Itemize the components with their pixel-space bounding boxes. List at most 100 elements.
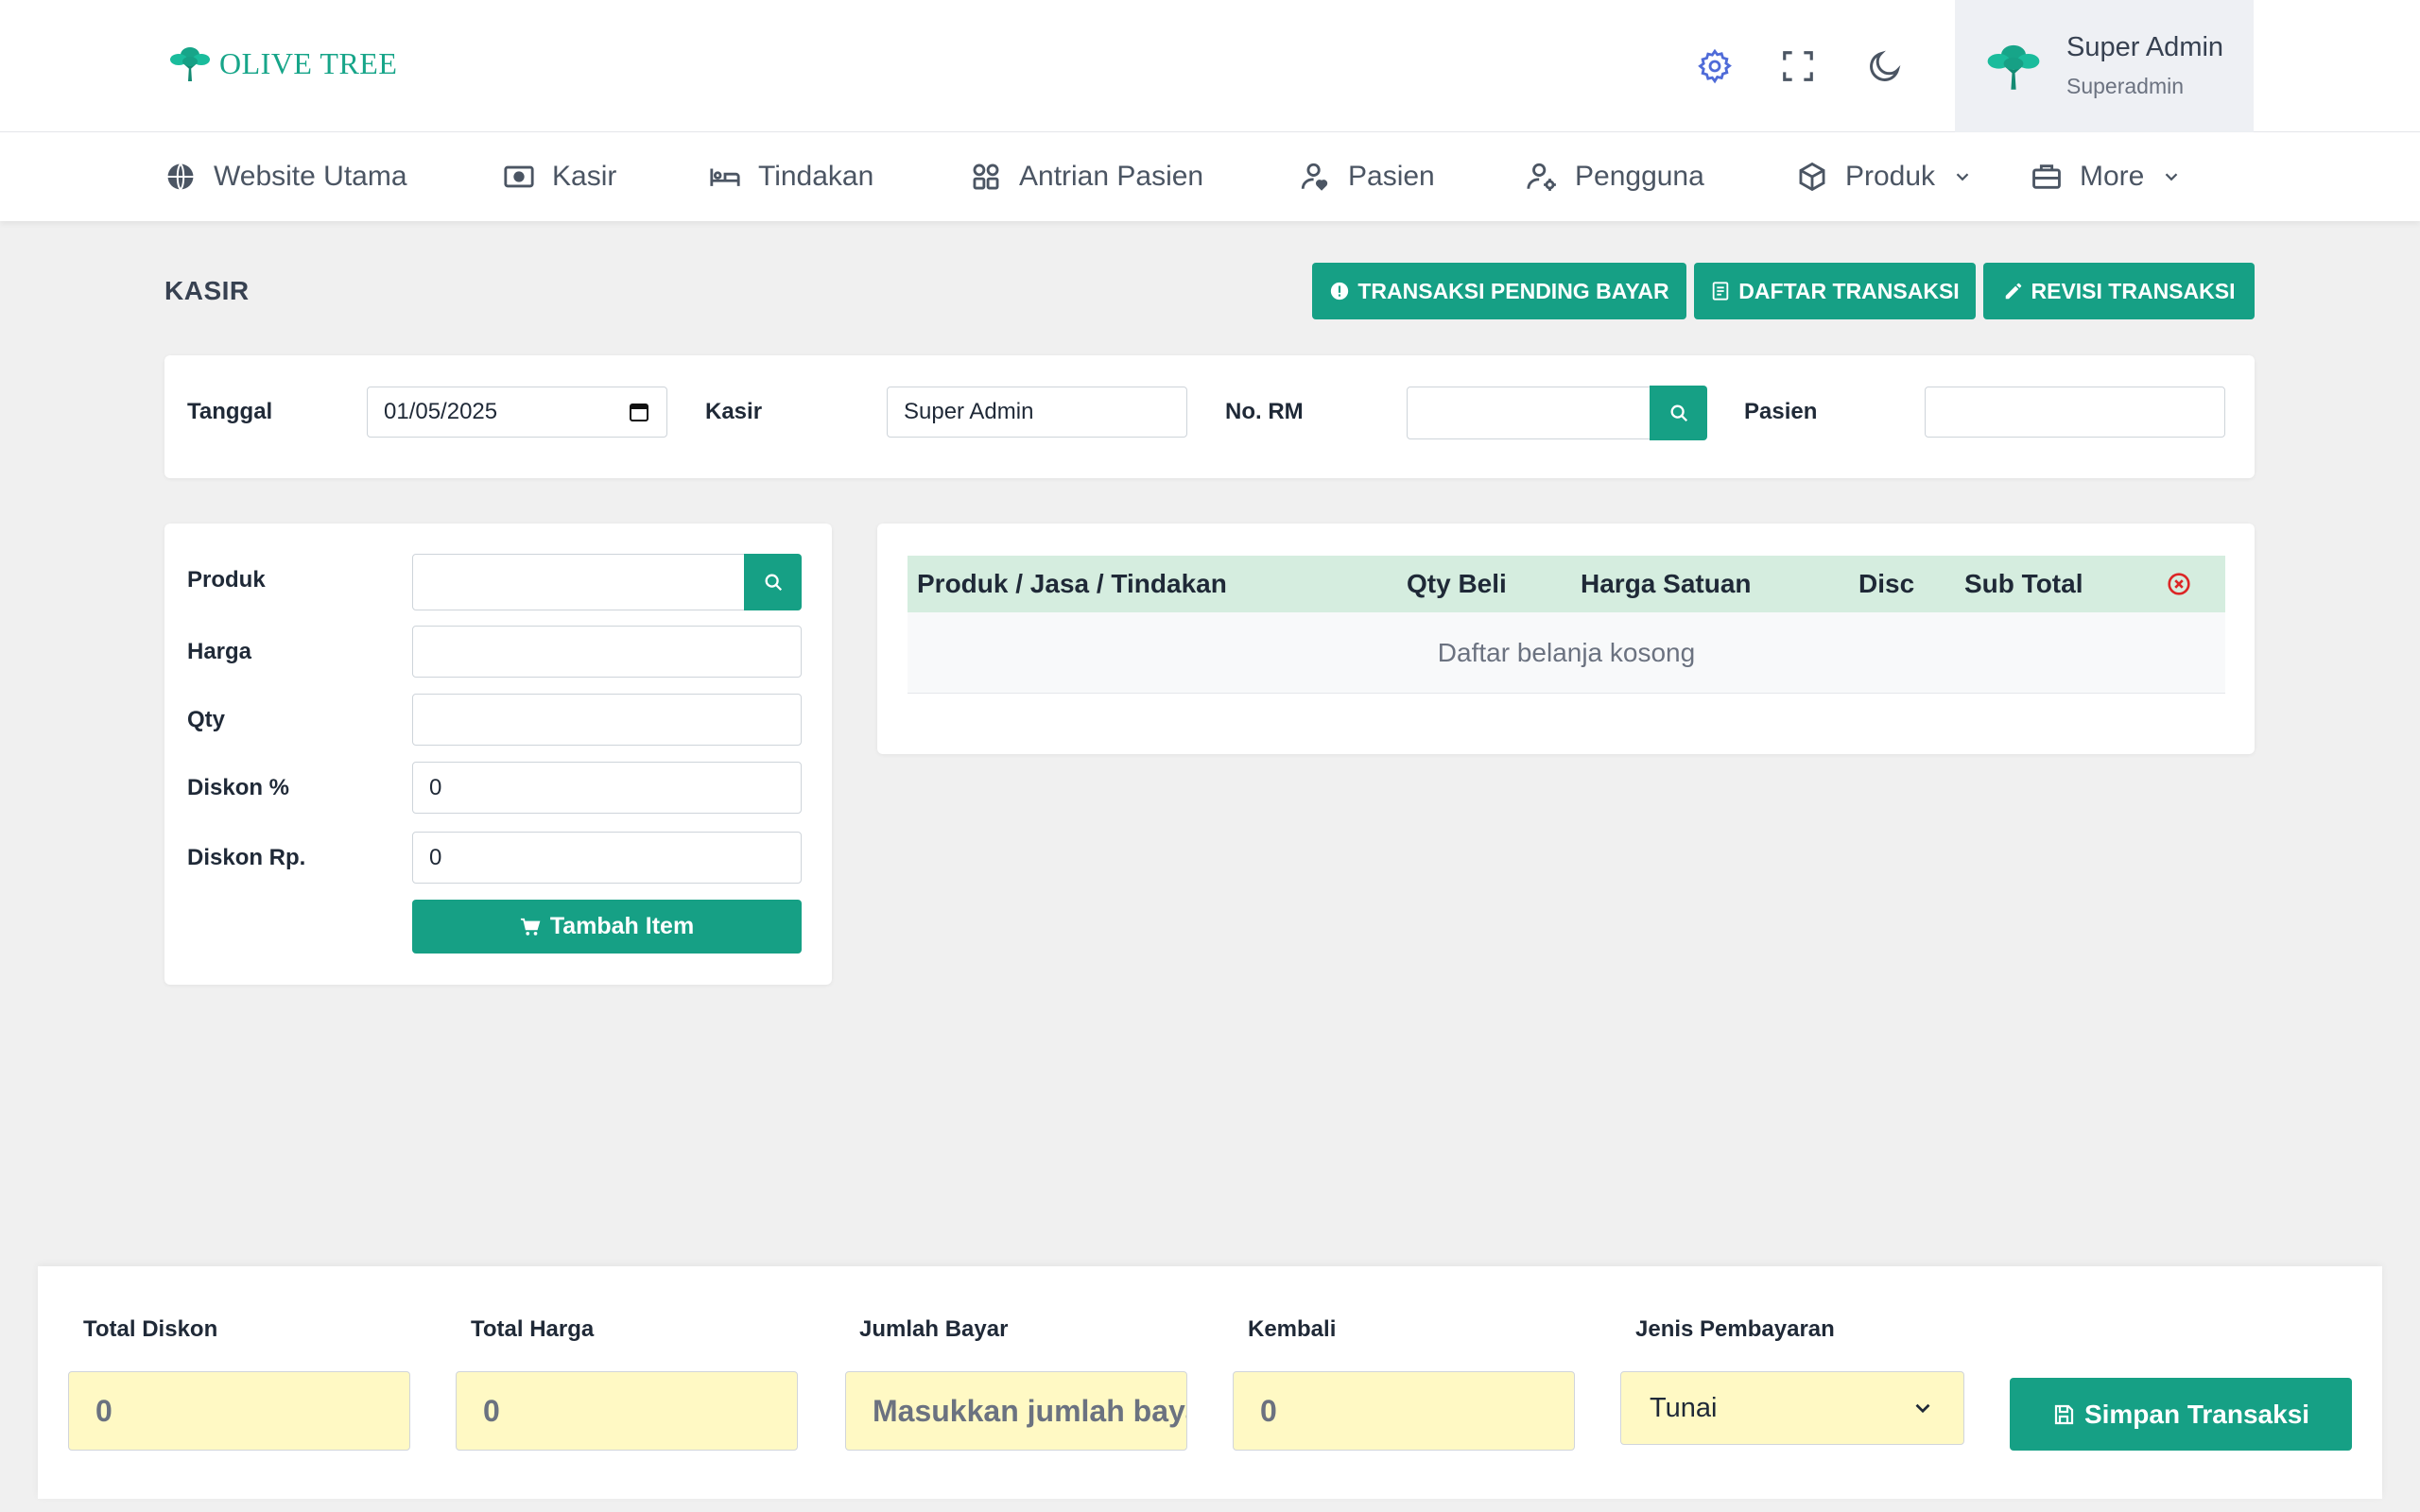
transaction-list-button[interactable]: DAFTAR TRANSAKSI: [1694, 263, 1976, 319]
medical-record-field[interactable]: [1407, 387, 1651, 439]
nav-label: Produk: [1845, 161, 1936, 192]
nav-label: Pasien: [1348, 161, 1435, 192]
quantity-field[interactable]: [412, 694, 802, 746]
cashier-value: Super Admin: [904, 399, 1034, 424]
nav-item-kasir[interactable]: Kasir: [503, 132, 616, 221]
discount-percent-value: 0: [429, 774, 442, 800]
nav-label: Pengguna: [1575, 161, 1704, 192]
transaction-list-label: DAFTAR TRANSAKSI: [1738, 278, 1960, 303]
user-heart-icon: [1301, 163, 1328, 191]
payment-method-label: Jenis Pembayaran: [1635, 1316, 1835, 1342]
pasien-label: Pasien: [1744, 399, 1818, 424]
user-name: Super Admin: [2066, 32, 2224, 62]
discount-percent-field[interactable]: 0: [412, 762, 802, 814]
qty-label: Qty: [187, 707, 226, 732]
date-field[interactable]: 01/05/2025: [367, 387, 667, 438]
add-item-button[interactable]: Tambah Item: [412, 900, 802, 954]
discount-amount-field[interactable]: 0: [412, 832, 802, 884]
column-header-discount: Disc: [1858, 569, 1915, 598]
column-header-subtotal: Sub Total: [1964, 569, 2083, 598]
nav-item-produk[interactable]: Produk: [1796, 132, 1973, 221]
revise-transaction-label: REVISI TRANSAKSI: [2031, 278, 2236, 303]
chevron-down-icon: [2166, 173, 2178, 181]
change-field: 0: [1233, 1371, 1575, 1451]
clear-cart-icon[interactable]: [2167, 556, 2191, 612]
total-price-label: Total Harga: [471, 1316, 595, 1342]
cart-empty-text: Daftar belanja kosong: [1437, 637, 1696, 667]
medical-record-search-button[interactable]: [1650, 386, 1707, 440]
change-value: 0: [1260, 1393, 1277, 1428]
cart-table-header: Produk / Jasa / Tindakan Qty Beli Harga …: [908, 556, 2225, 612]
date-value: 01/05/2025: [384, 399, 498, 424]
main-navigation: Website Utama Kasir Tindakan Antrian Pas…: [0, 132, 2420, 221]
alert-circle-icon: [1331, 282, 1349, 301]
column-header-product: Produk / Jasa / Tindakan: [917, 569, 1227, 598]
fullscreen-icon[interactable]: [1777, 45, 1819, 87]
diskon-rp-label: Diskon Rp.: [187, 845, 306, 870]
globe-icon: [167, 163, 194, 191]
product-field[interactable]: [412, 554, 745, 610]
bed-icon: [710, 168, 740, 186]
nav-item-website-utama[interactable]: Website Utama: [164, 132, 407, 221]
payment-amount-input[interactable]: Masukkan jumlah bayar: [845, 1371, 1187, 1451]
discount-amount-value: 0: [429, 844, 442, 870]
rm-label: No. RM: [1225, 399, 1304, 424]
payment-method-select[interactable]: Tunai: [1620, 1371, 1964, 1445]
nav-item-pengguna[interactable]: Pengguna: [1526, 132, 1704, 221]
nav-item-more[interactable]: More: [2031, 132, 2182, 221]
floppy-disk-icon: [2054, 1404, 2074, 1424]
payment-amount-label: Jumlah Bayar: [859, 1316, 1009, 1342]
tree-logo-icon: [168, 43, 212, 83]
top-header: OLIVE TREE Super Admin Superadmin: [0, 0, 2420, 132]
grid-icon: [973, 163, 999, 190]
column-header-unit-price: Harga Satuan: [1581, 569, 1752, 598]
briefcase-icon: [2032, 164, 2061, 189]
diskon-percent-label: Diskon %: [187, 775, 290, 800]
nav-item-antrian-pasien[interactable]: Antrian Pasien: [970, 132, 1203, 221]
brand-logo[interactable]: OLIVE TREE: [168, 43, 397, 83]
payment-method-value: Tunai: [1650, 1392, 1718, 1423]
user-menu[interactable]: Super Admin Superadmin: [1955, 0, 2254, 132]
revise-transaction-button[interactable]: REVISI TRANSAKSI: [1983, 263, 2255, 319]
total-price-field: 0: [456, 1371, 798, 1451]
cart-empty-row: Daftar belanja kosong: [908, 612, 2225, 694]
harga-label: Harga: [187, 639, 252, 664]
payment-amount-placeholder: Masukkan jumlah bayar: [873, 1393, 1187, 1428]
page-title: KASIR: [164, 276, 250, 305]
total-discount-value: 0: [95, 1393, 112, 1428]
nav-label: Antrian Pasien: [1019, 161, 1204, 192]
total-discount-label: Total Diskon: [83, 1316, 218, 1342]
user-role: Superadmin: [2066, 74, 2185, 98]
calendar-icon[interactable]: [628, 401, 650, 423]
price-field[interactable]: [412, 626, 802, 678]
user-gear-icon: [1527, 163, 1556, 191]
product-search-button[interactable]: [744, 554, 802, 610]
nav-label: Website Utama: [214, 161, 407, 192]
moon-icon[interactable]: [1864, 45, 1906, 87]
avatar: [1985, 38, 2042, 94]
pencil-icon: [2005, 283, 2021, 300]
save-transaction-label: Simpan Transaksi: [2083, 1399, 2310, 1429]
nav-label: Tindakan: [758, 161, 874, 192]
nav-item-tindakan[interactable]: Tindakan: [709, 132, 873, 221]
cashier-field[interactable]: Super Admin: [887, 387, 1187, 438]
search-icon: [765, 574, 782, 592]
add-item-label: Tambah Item: [549, 913, 695, 939]
chevron-down-icon: [1956, 173, 1969, 181]
produk-label: Produk: [187, 567, 266, 593]
brand-name: OLIVE TREE: [219, 45, 398, 80]
kasir-label: Kasir: [705, 399, 763, 424]
nav-item-pasien[interactable]: Pasien: [1299, 132, 1435, 221]
cash-icon: [504, 165, 534, 188]
patient-field[interactable]: [1925, 387, 2225, 438]
change-label: Kembali: [1248, 1316, 1337, 1342]
box-icon: [1799, 162, 1825, 192]
pending-transactions-label: TRANSAKSI PENDING BAYAR: [1357, 278, 1669, 303]
tanggal-label: Tanggal: [187, 399, 273, 424]
save-transaction-button[interactable]: Simpan Transaksi: [2010, 1378, 2352, 1451]
search-icon: [1670, 404, 1687, 422]
nav-label: More: [2080, 161, 2145, 192]
total-price-value: 0: [483, 1393, 500, 1428]
gear-icon[interactable]: [1694, 45, 1736, 87]
pending-transactions-button[interactable]: TRANSAKSI PENDING BAYAR: [1312, 263, 1686, 319]
